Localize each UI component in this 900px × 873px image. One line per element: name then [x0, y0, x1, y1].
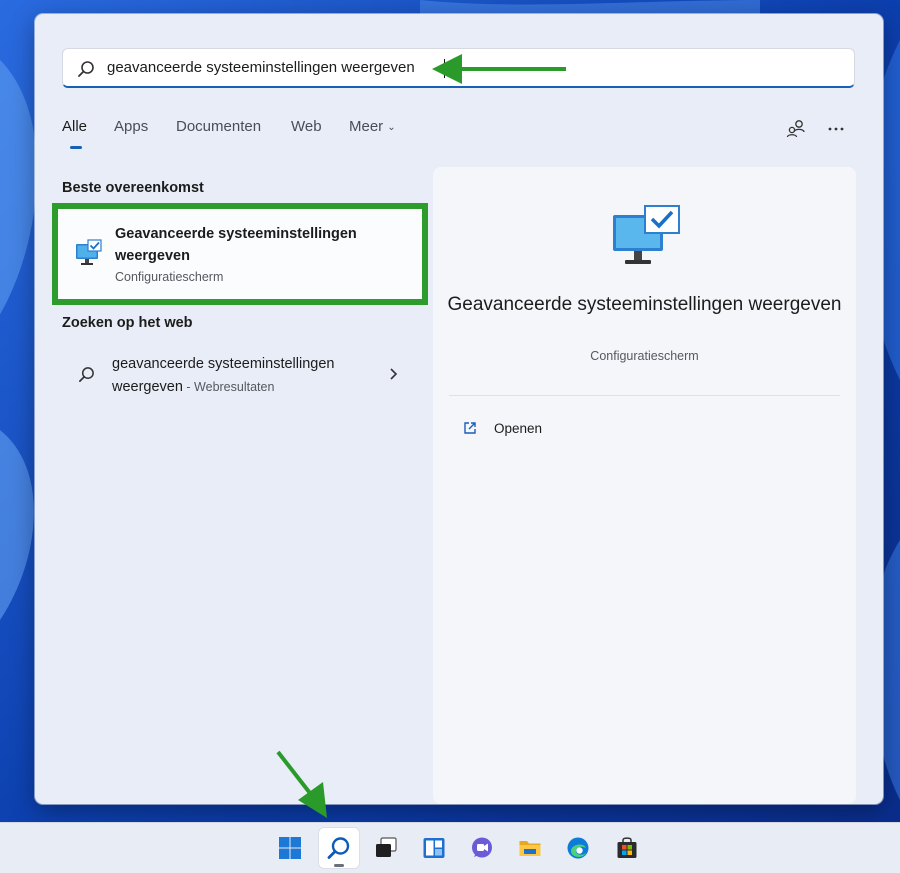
widgets-button[interactable] [414, 828, 454, 868]
task-view-button[interactable] [366, 828, 406, 868]
tab-documenten[interactable]: Documenten [176, 118, 261, 135]
open-external-icon [464, 422, 476, 434]
open-label: Openen [494, 421, 543, 436]
search-icon [78, 61, 94, 77]
search-box[interactable] [62, 48, 855, 88]
chevron-down-icon: ⌄ [387, 122, 396, 133]
text-caret [444, 59, 445, 78]
monitor-check-icon [76, 239, 102, 265]
web-search-heading: Zoeken op het web [62, 315, 193, 331]
web-search-result[interactable]: geavanceerde systeeminstellingen weergev… [62, 350, 414, 398]
share-people-icon[interactable] [785, 118, 807, 140]
best-match-heading: Beste overeenkomst [62, 180, 204, 196]
teams-chat-button[interactable] [462, 828, 502, 868]
search-panel: Alle Apps Documenten Web Meer⌄ Beste ove… [35, 14, 883, 804]
active-app-indicator [334, 864, 344, 867]
store-button[interactable] [607, 828, 647, 868]
tab-meer[interactable]: Meer ⌄ [349, 118, 396, 135]
edge-button[interactable] [558, 828, 598, 868]
widgets-icon [423, 838, 445, 858]
active-tab-indicator [70, 146, 82, 149]
best-match-title: Geavanceerde systeeminstellingen weergev… [115, 226, 357, 264]
windows-start-icon [279, 837, 301, 859]
store-icon [617, 837, 637, 858]
more-options-icon[interactable] [825, 118, 847, 140]
best-match-subtitle: Configuratiescherm [115, 270, 224, 284]
monitor-check-icon [613, 205, 680, 264]
taskbar-search-button[interactable] [319, 828, 359, 868]
detail-title: Geavanceerde systeeminstellingen weergev… [447, 294, 842, 315]
web-result-query-cont: weergeven - Webresultaten [112, 379, 274, 395]
search-icon [79, 367, 94, 382]
detail-subtitle: Configuratiescherm [590, 349, 699, 363]
file-explorer-button[interactable] [510, 828, 550, 868]
chevron-right-icon[interactable] [388, 367, 398, 381]
tab-meer-label: Meer [349, 118, 384, 135]
search-icon [327, 837, 350, 859]
taskbar [0, 822, 900, 873]
web-result-query-end: weergeven [112, 379, 183, 395]
file-explorer-icon [519, 841, 541, 856]
teams-chat-icon [472, 837, 492, 858]
search-input[interactable] [107, 49, 767, 85]
divider [449, 395, 840, 396]
start-button[interactable] [270, 828, 310, 868]
tab-alle[interactable]: Alle [62, 118, 87, 135]
best-match-result[interactable]: Geavanceerde systeeminstellingen weergev… [52, 203, 428, 305]
web-result-source: - Webresultaten [182, 380, 275, 394]
web-result-query: geavanceerde systeeminstellingen [112, 356, 335, 372]
detail-preview-pane: Geavanceerde systeeminstellingen weergev… [433, 167, 856, 804]
task-view-icon [376, 837, 397, 857]
tab-apps[interactable]: Apps [114, 118, 148, 135]
edge-icon [567, 837, 589, 859]
tab-web[interactable]: Web [291, 118, 322, 135]
